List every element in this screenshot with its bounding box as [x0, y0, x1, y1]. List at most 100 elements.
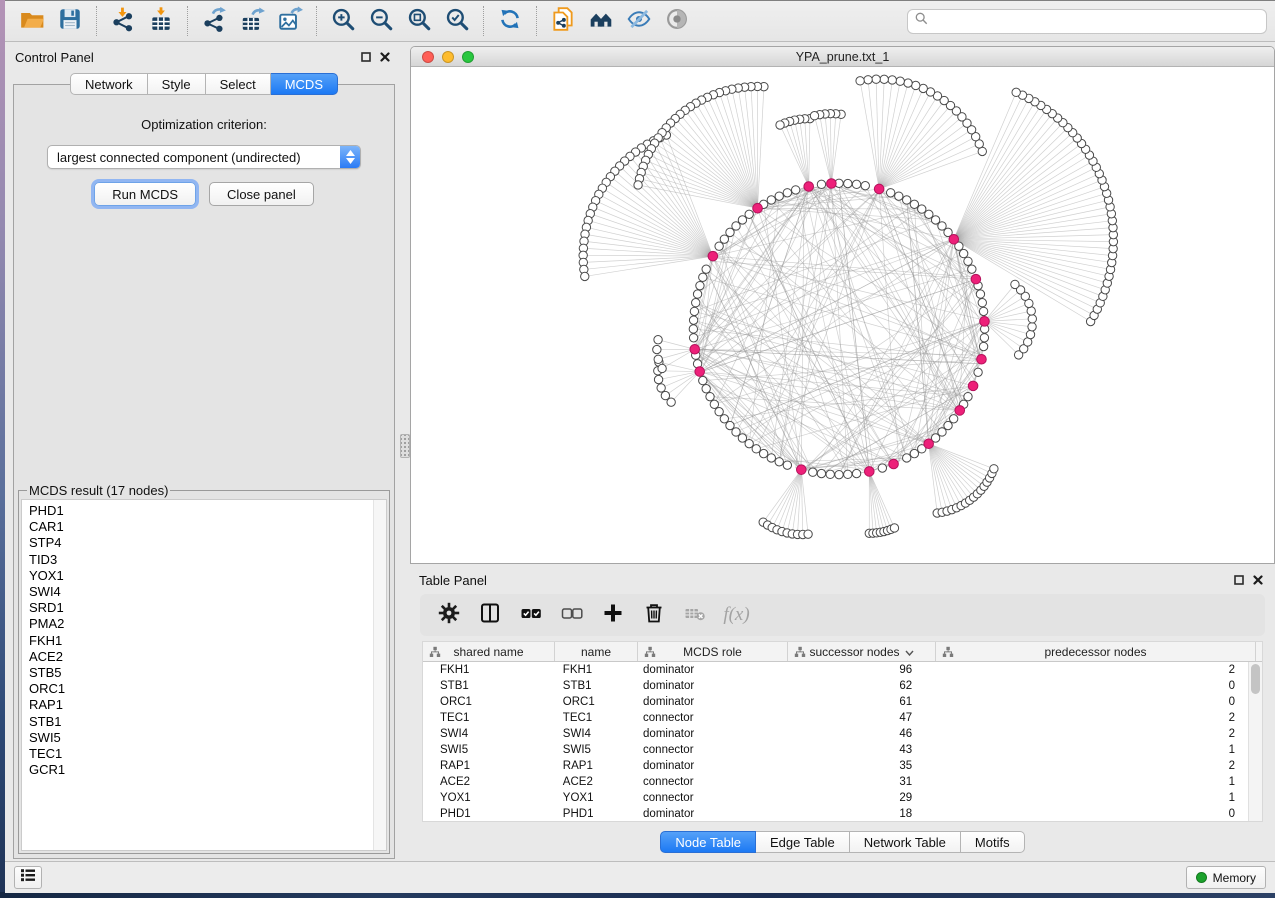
memory-button[interactable]: Memory: [1186, 866, 1266, 889]
float-panel-icon[interactable]: [1234, 575, 1244, 585]
tab-node-table[interactable]: Node Table: [660, 831, 756, 853]
export-image-button[interactable]: [271, 4, 309, 38]
tab-motifs[interactable]: Motifs: [961, 831, 1025, 853]
table-header-row: shared namenameMCDS rolesuccessor nodes p…: [423, 642, 1262, 662]
table-panel-title: Table Panel: [419, 573, 487, 588]
cell-successor-nodes: 61: [785, 696, 932, 708]
table-row[interactable]: TEC1TEC1connector472: [423, 710, 1248, 726]
minimize-window-icon[interactable]: [442, 51, 454, 63]
export-network-button[interactable]: [195, 4, 233, 38]
mcds-result-item[interactable]: FKH1: [29, 633, 386, 649]
zoom-out-button[interactable]: [362, 4, 400, 38]
table-row[interactable]: STB1STB1dominator620: [423, 678, 1248, 694]
mcds-result-item[interactable]: TID3: [29, 552, 386, 568]
cell-name: YOX1: [554, 792, 636, 804]
export-table-button[interactable]: [233, 4, 271, 38]
table-row[interactable]: RAP1RAP1dominator352: [423, 758, 1248, 774]
column-header-shared-name[interactable]: shared name: [423, 642, 555, 661]
tab-network-table[interactable]: Network Table: [850, 831, 961, 853]
mcds-result-item[interactable]: STP4: [29, 535, 386, 551]
delete-column-button[interactable]: [635, 598, 672, 632]
tab-select[interactable]: Select: [206, 73, 271, 95]
hide-selected-button[interactable]: [620, 4, 658, 38]
mcds-result-item[interactable]: GCR1: [29, 762, 386, 778]
mcds-result-item[interactable]: CAR1: [29, 519, 386, 535]
tab-mcds[interactable]: MCDS: [271, 73, 338, 95]
tab-edge-table[interactable]: Edge Table: [756, 831, 850, 853]
mcds-result-item[interactable]: PMA2: [29, 616, 386, 632]
show-all-button[interactable]: [658, 4, 696, 38]
mcds-result-item[interactable]: RAP1: [29, 697, 386, 713]
mcds-result-item[interactable]: ORC1: [29, 681, 386, 697]
mcds-result-item[interactable]: SWI4: [29, 584, 386, 600]
network-window-titlebar[interactable]: YPA_prune.txt_1: [411, 47, 1274, 67]
mcds-result-list[interactable]: PHD1CAR1STP4TID3YOX1SWI4SRD1PMA2FKH1ACE2…: [21, 499, 387, 851]
deselect-all-rows-button[interactable]: [553, 598, 590, 632]
cell-successor-nodes: 47: [785, 712, 932, 724]
close-panel-button[interactable]: Close panel: [209, 182, 314, 206]
column-label: predecessor nodes: [1044, 645, 1146, 659]
sort-desc-icon: [905, 645, 914, 659]
table-row[interactable]: PHD1PHD1dominator180: [423, 806, 1248, 821]
table-row[interactable]: FKH1FKH1dominator962: [423, 662, 1248, 678]
show-panels-button[interactable]: [14, 866, 42, 889]
network-canvas[interactable]: [411, 67, 1274, 563]
zoom-selected-button[interactable]: [438, 4, 476, 38]
add-column-button[interactable]: [594, 598, 631, 632]
mcds-result-item[interactable]: ACE2: [29, 649, 386, 665]
table-scrollbar-thumb[interactable]: [1251, 664, 1260, 694]
plus-icon: [601, 601, 625, 630]
tab-style[interactable]: Style: [148, 73, 206, 95]
toolbar-separator: [187, 6, 188, 36]
mcds-result-item[interactable]: PHD1: [29, 503, 386, 519]
mcds-result-item[interactable]: STB5: [29, 665, 386, 681]
column-header-predecessor-nodes[interactable]: predecessor nodes: [936, 642, 1256, 661]
control-panel-titlebar: Control Panel: [8, 46, 400, 68]
table-settings-button[interactable]: [430, 598, 467, 632]
mcds-result-item[interactable]: STB1: [29, 714, 386, 730]
criterion-dropdown[interactable]: largest connected component (undirected): [47, 145, 361, 169]
table-row[interactable]: ACE2ACE2connector311: [423, 774, 1248, 790]
clone-network-button[interactable]: [544, 4, 582, 38]
table-scrollbar[interactable]: [1248, 662, 1262, 821]
mcds-result-item[interactable]: SWI5: [29, 730, 386, 746]
maximize-window-icon[interactable]: [462, 51, 474, 63]
zoom-in-button[interactable]: [324, 4, 362, 38]
mcds-result-item[interactable]: TEC1: [29, 746, 386, 762]
close-panel-icon[interactable]: [380, 52, 390, 62]
import-network-icon: [110, 6, 136, 37]
table-row[interactable]: SWI4SWI4dominator462: [423, 726, 1248, 742]
save-button[interactable]: [51, 4, 89, 38]
import-table-button[interactable]: [142, 4, 180, 38]
cell-name: PHD1: [554, 808, 636, 820]
column-header-name[interactable]: name: [555, 642, 638, 661]
mcds-list-scrollbar[interactable]: [373, 500, 386, 850]
panel-splitter[interactable]: [400, 46, 410, 861]
search-field[interactable]: [907, 9, 1267, 34]
splitter-grip[interactable]: [400, 434, 410, 458]
mcds-result-item[interactable]: YOX1: [29, 568, 386, 584]
open-button[interactable]: [13, 4, 51, 38]
control-panel-tabs: NetworkStyleSelectMCDS: [8, 73, 400, 95]
show-columns-button[interactable]: [471, 598, 508, 632]
optimization-criterion-label: Optimization criterion:: [141, 117, 267, 132]
import-network-button[interactable]: [104, 4, 142, 38]
select-all-rows-button[interactable]: [512, 598, 549, 632]
cell-mcds-role: dominator: [636, 680, 785, 692]
float-panel-icon[interactable]: [361, 52, 371, 62]
table-row[interactable]: SWI5SWI5connector431: [423, 742, 1248, 758]
close-panel-icon[interactable]: [1253, 575, 1263, 585]
first-neighbors-button[interactable]: [582, 4, 620, 38]
tab-network[interactable]: Network: [70, 73, 148, 95]
zoom-fit-button[interactable]: [400, 4, 438, 38]
column-header-mcds-role[interactable]: MCDS role: [638, 642, 788, 661]
table-row[interactable]: YOX1YOX1connector291: [423, 790, 1248, 806]
close-window-icon[interactable]: [422, 51, 434, 63]
cell-name: STB1: [554, 680, 636, 692]
refresh-button[interactable]: [491, 4, 529, 38]
search-input[interactable]: [933, 10, 1259, 33]
column-header-successor-nodes[interactable]: successor nodes: [788, 642, 936, 661]
run-mcds-button[interactable]: Run MCDS: [94, 182, 196, 206]
mcds-result-item[interactable]: SRD1: [29, 600, 386, 616]
table-row[interactable]: ORC1ORC1dominator610: [423, 694, 1248, 710]
